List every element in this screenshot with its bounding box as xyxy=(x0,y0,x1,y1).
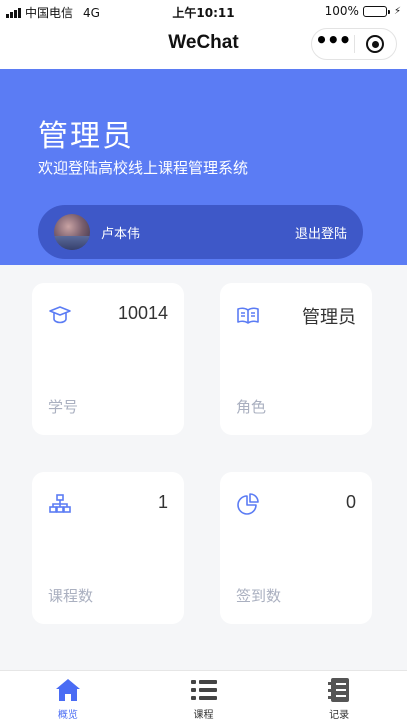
logout-button[interactable]: 退出登陆 xyxy=(295,223,347,242)
avatar xyxy=(54,214,90,250)
user-name: 卢本伟 xyxy=(101,227,141,242)
tab-label: 概览 xyxy=(57,710,78,721)
notebook-icon xyxy=(325,677,353,703)
user-bar: 卢本伟 退出登陆 xyxy=(38,205,363,259)
graduation-cap-icon xyxy=(49,306,71,324)
more-options-icon[interactable]: ••• xyxy=(312,30,354,53)
list-icon xyxy=(190,677,218,703)
charging-icon: ⚡ xyxy=(393,5,401,17)
tab-label: 记录 xyxy=(329,710,350,721)
battery-icon xyxy=(362,5,390,17)
role-title: 管理员 xyxy=(38,119,134,154)
student-id-card: 10014 学号 xyxy=(32,283,184,435)
stat-label: 角色 xyxy=(236,398,267,416)
stat-value: 10014 xyxy=(117,303,168,323)
status-right: 100% ⚡ xyxy=(325,4,401,18)
open-book-icon xyxy=(237,307,259,324)
tab-label: 课程 xyxy=(193,710,214,721)
stat-value: 管理员 xyxy=(302,307,356,327)
course-count-card: 1 课程数 xyxy=(32,472,184,624)
welcome-subtitle: 欢迎登陆高校线上课程管理系统 xyxy=(38,159,249,177)
close-miniprogram-button[interactable] xyxy=(355,35,397,53)
checkin-count-card: 0 签到数 xyxy=(220,472,372,624)
home-icon xyxy=(54,677,82,703)
stat-value: 0 xyxy=(345,492,356,512)
stat-label: 学号 xyxy=(48,398,79,416)
role-card: 管理员 角色 xyxy=(220,283,372,435)
status-bar: 中国电信 4G 上午10:11 100% ⚡ xyxy=(0,0,407,22)
navigation-bar: WeChat ••• xyxy=(0,22,407,69)
battery-percent: 100% xyxy=(324,4,359,18)
target-circle-icon xyxy=(366,35,385,53)
stat-label: 签到数 xyxy=(236,587,282,605)
tab-courses[interactable]: 课程 xyxy=(136,671,272,724)
stat-label: 课程数 xyxy=(48,587,94,605)
tab-records[interactable]: 记录 xyxy=(271,671,407,724)
profile-header: 管理员 欢迎登陆高校线上课程管理系统 卢本伟 退出登陆 xyxy=(0,69,407,265)
pie-chart-icon xyxy=(237,493,259,515)
stat-value: 1 xyxy=(157,492,168,512)
org-chart-icon xyxy=(49,494,71,513)
tab-overview[interactable]: 概览 xyxy=(0,671,136,724)
miniprogram-capsule: ••• xyxy=(311,28,397,60)
tab-bar: 概览 课程 记录 xyxy=(0,670,407,724)
